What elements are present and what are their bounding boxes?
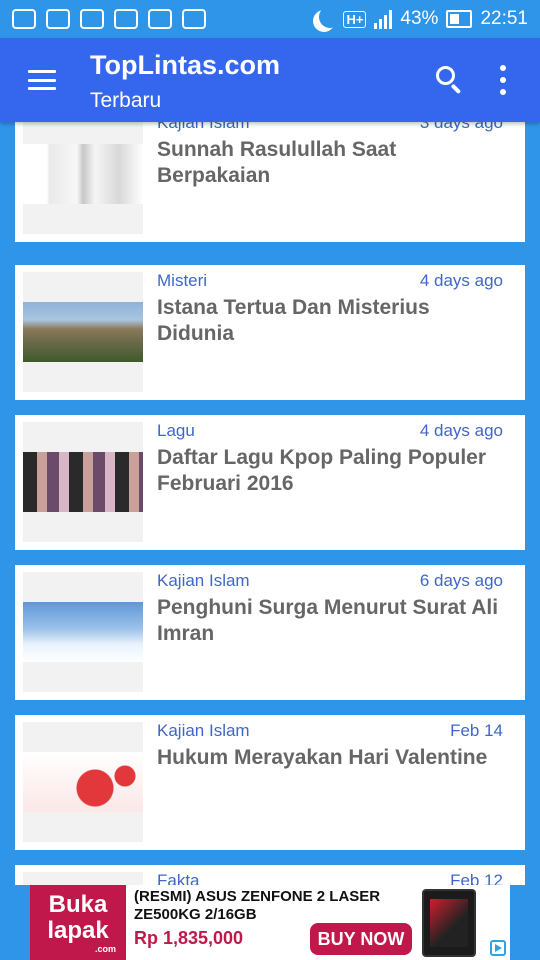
ad-title[interactable]: (RESMI) ASUS ZENFONE 2 LASER ZE500KG 2/1… [134, 888, 394, 924]
chat-icon [148, 9, 172, 29]
post-category[interactable]: Lagu [157, 421, 195, 441]
post-card[interactable]: Kajian Islam Feb 14 Hukum Merayakan Hari… [15, 715, 525, 850]
ad-banner[interactable]: Buka lapak .com (RESMI) ASUS ZENFONE 2 L… [30, 885, 510, 960]
post-date: 3 days ago [419, 122, 503, 132]
sync-icon [12, 9, 36, 29]
post-card[interactable]: Kajian Islam 3 days ago Sunnah Rasululla… [15, 122, 525, 242]
post-thumbnail [23, 272, 143, 392]
post-thumbnail [23, 572, 143, 692]
post-thumbnail [23, 122, 143, 234]
post-category[interactable]: Kajian Islam [157, 721, 250, 741]
adchoices-icon[interactable] [490, 940, 506, 956]
post-date: Feb 12 [450, 871, 503, 885]
network-type: H+ [343, 10, 367, 28]
mail-icon [80, 9, 104, 29]
post-title[interactable]: Sunnah Rasulullah Saat Berpakaian [157, 137, 507, 189]
post-category[interactable]: Kajian Islam [157, 571, 250, 591]
status-bar: H+ 43% 22:51 [0, 0, 540, 38]
battery-percent: 43% [400, 8, 439, 29]
app-title: TopLintas.com [90, 50, 281, 80]
post-date: 6 days ago [419, 571, 503, 590]
post-category[interactable]: Misteri [157, 271, 207, 291]
post-title[interactable]: Hukum Merayakan Hari Valentine [157, 745, 507, 771]
signal-icon [374, 9, 393, 29]
ad-price: Rp 1,835,000 [134, 928, 244, 948]
google-plus-icon [182, 9, 206, 29]
phone-product-image[interactable] [422, 889, 476, 957]
logo-text-top: Buka [48, 890, 108, 918]
logo-text-bottom: lapak [47, 916, 109, 944]
battery-icon [446, 10, 473, 28]
post-card[interactable]: Fakta Feb 12 [15, 865, 525, 885]
post-category[interactable]: Kajian Islam [157, 122, 250, 133]
bbm-icon [114, 9, 138, 29]
post-title[interactable]: Istana Tertua Dan Misterius Didunia [157, 295, 507, 347]
post-date: Feb 14 [450, 721, 503, 740]
post-title[interactable]: Daftar Lagu Kpop Paling Populer Februari… [157, 445, 507, 497]
app-bar: TopLintas.com Terbaru [0, 38, 540, 122]
notification-icons [12, 9, 206, 29]
post-thumbnail [23, 722, 143, 842]
logo-domain: .com [94, 943, 116, 954]
clock: 22:51 [480, 8, 528, 29]
search-icon[interactable] [436, 66, 464, 95]
buy-now-button[interactable]: BUY NOW [310, 923, 412, 955]
post-title[interactable]: Penghuni Surga Menurut Surat Ali Imran [157, 595, 507, 647]
more-vert-icon[interactable] [497, 65, 509, 95]
moon-icon [319, 6, 341, 28]
post-date: 4 days ago [419, 271, 503, 290]
post-list[interactable]: Kajian Islam 3 days ago Sunnah Rasululla… [0, 122, 540, 885]
post-card[interactable]: Misteri 4 days ago Istana Tertua Dan Mis… [15, 265, 525, 400]
app-subtitle: Terbaru [90, 89, 162, 112]
bukalapak-logo[interactable]: Buka lapak .com [30, 885, 126, 960]
post-thumbnail [23, 422, 143, 542]
post-date: 4 days ago [419, 421, 503, 440]
gallery-icon [46, 9, 70, 29]
post-card[interactable]: Kajian Islam 6 days ago Penghuni Surga M… [15, 565, 525, 700]
post-category[interactable]: Fakta [157, 871, 200, 885]
menu-icon[interactable] [28, 70, 56, 90]
system-icons: H+ 43% 22:51 [313, 8, 528, 30]
post-thumbnail [23, 872, 143, 885]
post-card[interactable]: Lagu 4 days ago Daftar Lagu Kpop Paling … [15, 415, 525, 550]
